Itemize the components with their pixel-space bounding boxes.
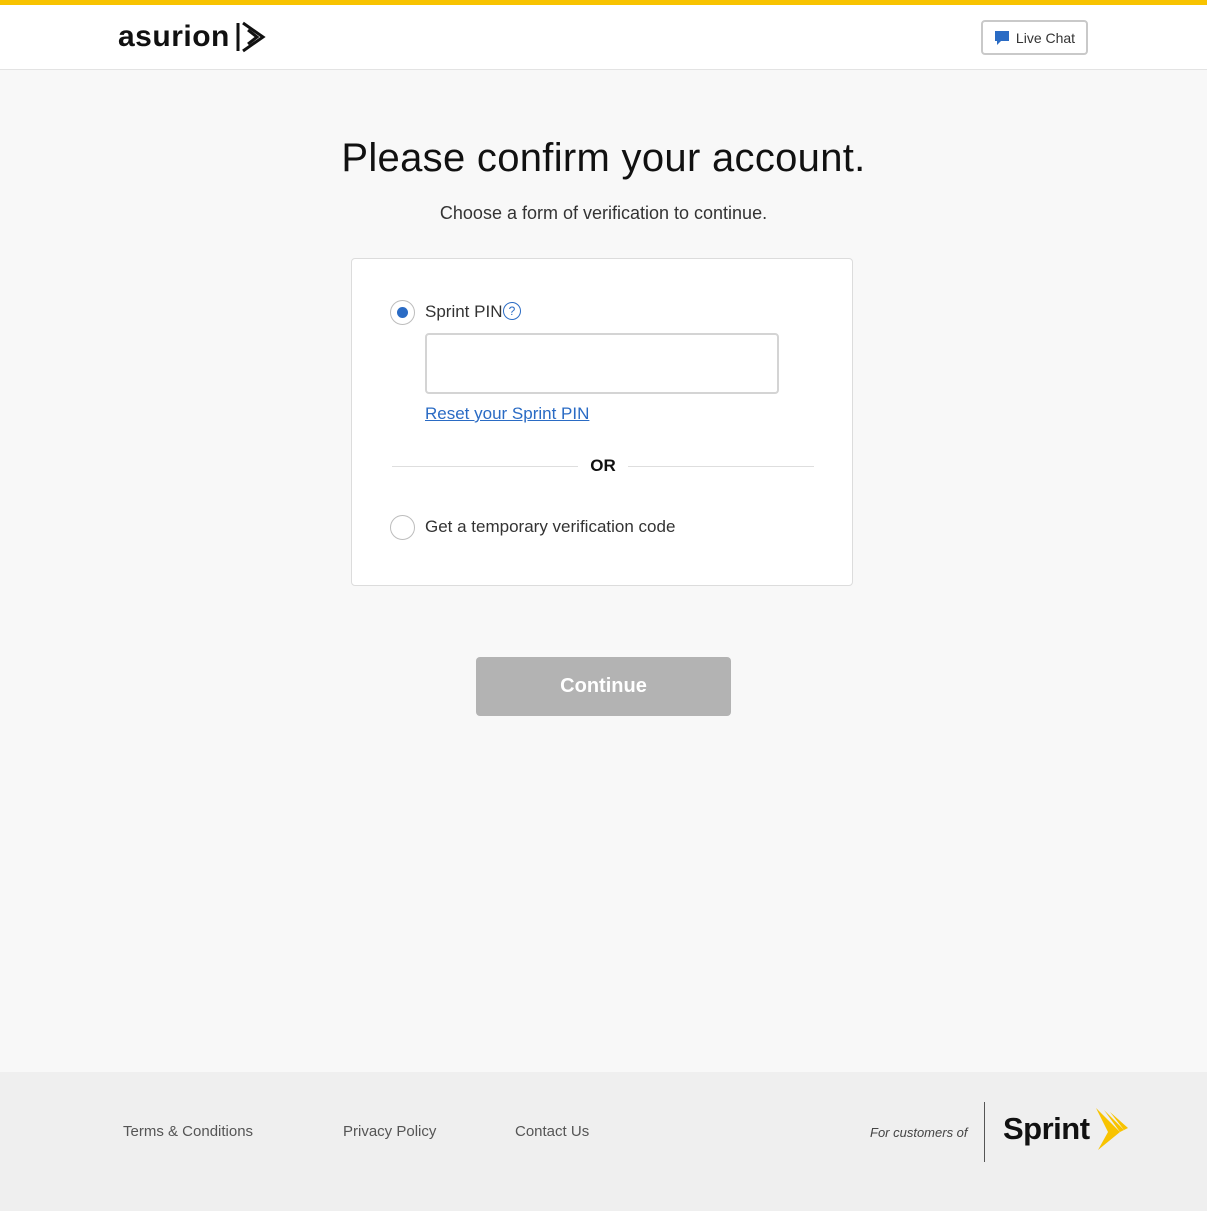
- sprint-pin-input[interactable]: [425, 333, 779, 394]
- for-customers-text: For customers of: [870, 1125, 968, 1140]
- sprint-logo: Sprint: [1003, 1106, 1130, 1152]
- sprint-wing-icon: [1095, 1108, 1128, 1150]
- page-subtitle: Choose a form of verification to continu…: [439, 203, 768, 223]
- continue-button[interactable]: Continue: [476, 657, 731, 716]
- site-header: asurion Live Chat: [0, 5, 1207, 70]
- asurion-logo[interactable]: asurion: [118, 19, 266, 55]
- chat-bubble-icon: [994, 30, 1009, 45]
- verification-card: Sprint PIN ? Reset your Sprint PIN OR Ge…: [351, 258, 853, 586]
- temporary-code-radio[interactable]: [390, 515, 415, 540]
- live-chat-label: Live Chat: [1015, 29, 1076, 46]
- page-title: Please confirm your account.: [341, 136, 866, 180]
- reset-pin-link[interactable]: Reset your Sprint PIN: [425, 404, 589, 424]
- contact-us-link[interactable]: Contact Us: [515, 1123, 589, 1140]
- privacy-policy-link[interactable]: Privacy Policy: [343, 1123, 436, 1140]
- divider-left: [392, 466, 578, 467]
- or-separator: OR: [590, 456, 616, 475]
- live-chat-button[interactable]: Live Chat: [981, 20, 1088, 55]
- site-footer: Terms & Conditions Privacy Policy Contac…: [0, 1072, 1207, 1211]
- temporary-code-label[interactable]: Get a temporary verification code: [425, 517, 675, 537]
- help-icon[interactable]: ?: [503, 302, 521, 320]
- footer-divider: [984, 1102, 985, 1162]
- divider-right: [628, 466, 814, 467]
- sprint-wordmark: Sprint: [1003, 1111, 1090, 1146]
- brand-wordmark: asurion: [118, 20, 230, 53]
- asurion-mark-icon: [236, 21, 266, 53]
- sprint-pin-label[interactable]: Sprint PIN: [425, 302, 502, 322]
- sprint-pin-radio[interactable]: [390, 300, 415, 325]
- terms-conditions-link[interactable]: Terms & Conditions: [123, 1123, 253, 1140]
